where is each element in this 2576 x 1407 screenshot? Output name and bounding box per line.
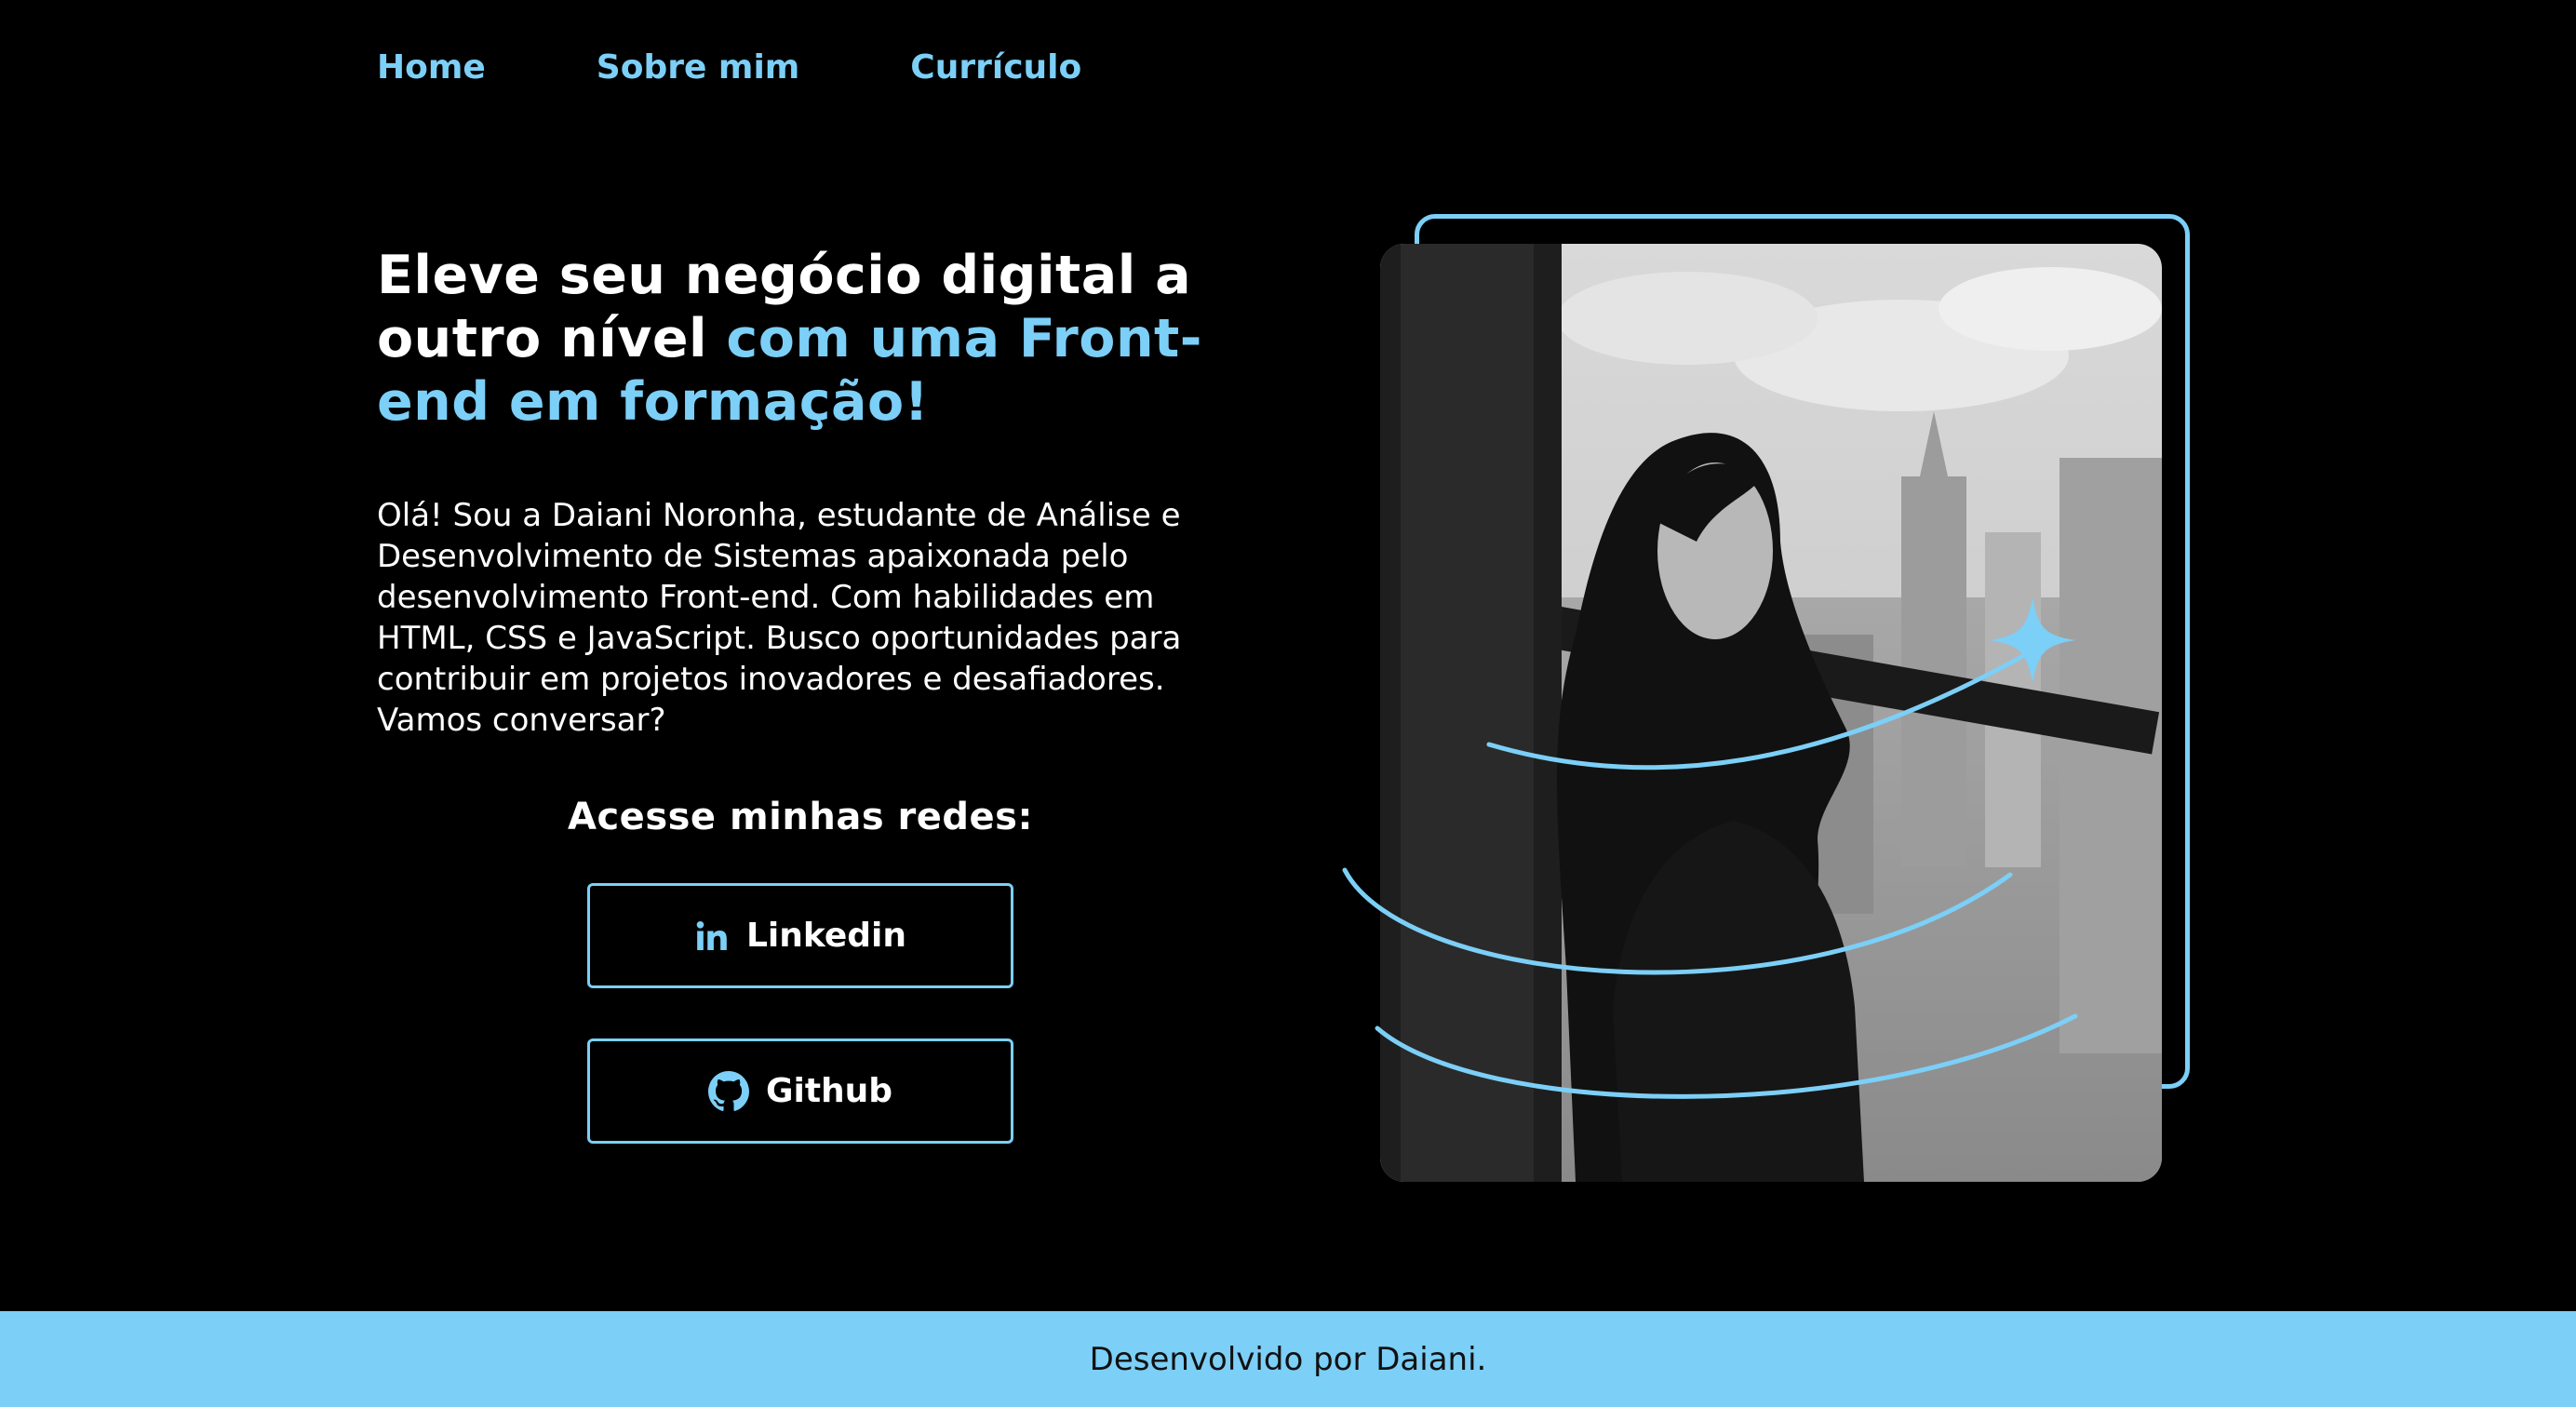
github-button-label: Github — [765, 1072, 893, 1110]
hero-title: Eleve seu negócio digital a outro nível … — [377, 244, 1252, 434]
footer: Desenvolvido por Daiani. — [0, 1311, 2576, 1407]
nav-resume-link[interactable]: Currículo — [910, 48, 1081, 87]
profile-photo — [1380, 244, 2162, 1182]
nav-home-link[interactable]: Home — [377, 48, 486, 87]
linkedin-button-label: Linkedin — [745, 917, 907, 955]
nav-about-link[interactable]: Sobre mim — [597, 48, 800, 87]
top-nav: Home Sobre mim Currículo — [377, 39, 1192, 95]
footer-text: Desenvolvido por Daiani. — [1089, 1340, 1487, 1378]
linkedin-icon — [694, 918, 730, 954]
github-icon — [707, 1070, 749, 1112]
github-button[interactable]: Github — [587, 1038, 1013, 1144]
linkedin-button[interactable]: Linkedin — [587, 883, 1013, 988]
intro-paragraph: Olá! Sou a Daiani Noronha, estudante de … — [377, 497, 1182, 739]
social-heading: Acesse minhas redes: — [568, 796, 1033, 838]
